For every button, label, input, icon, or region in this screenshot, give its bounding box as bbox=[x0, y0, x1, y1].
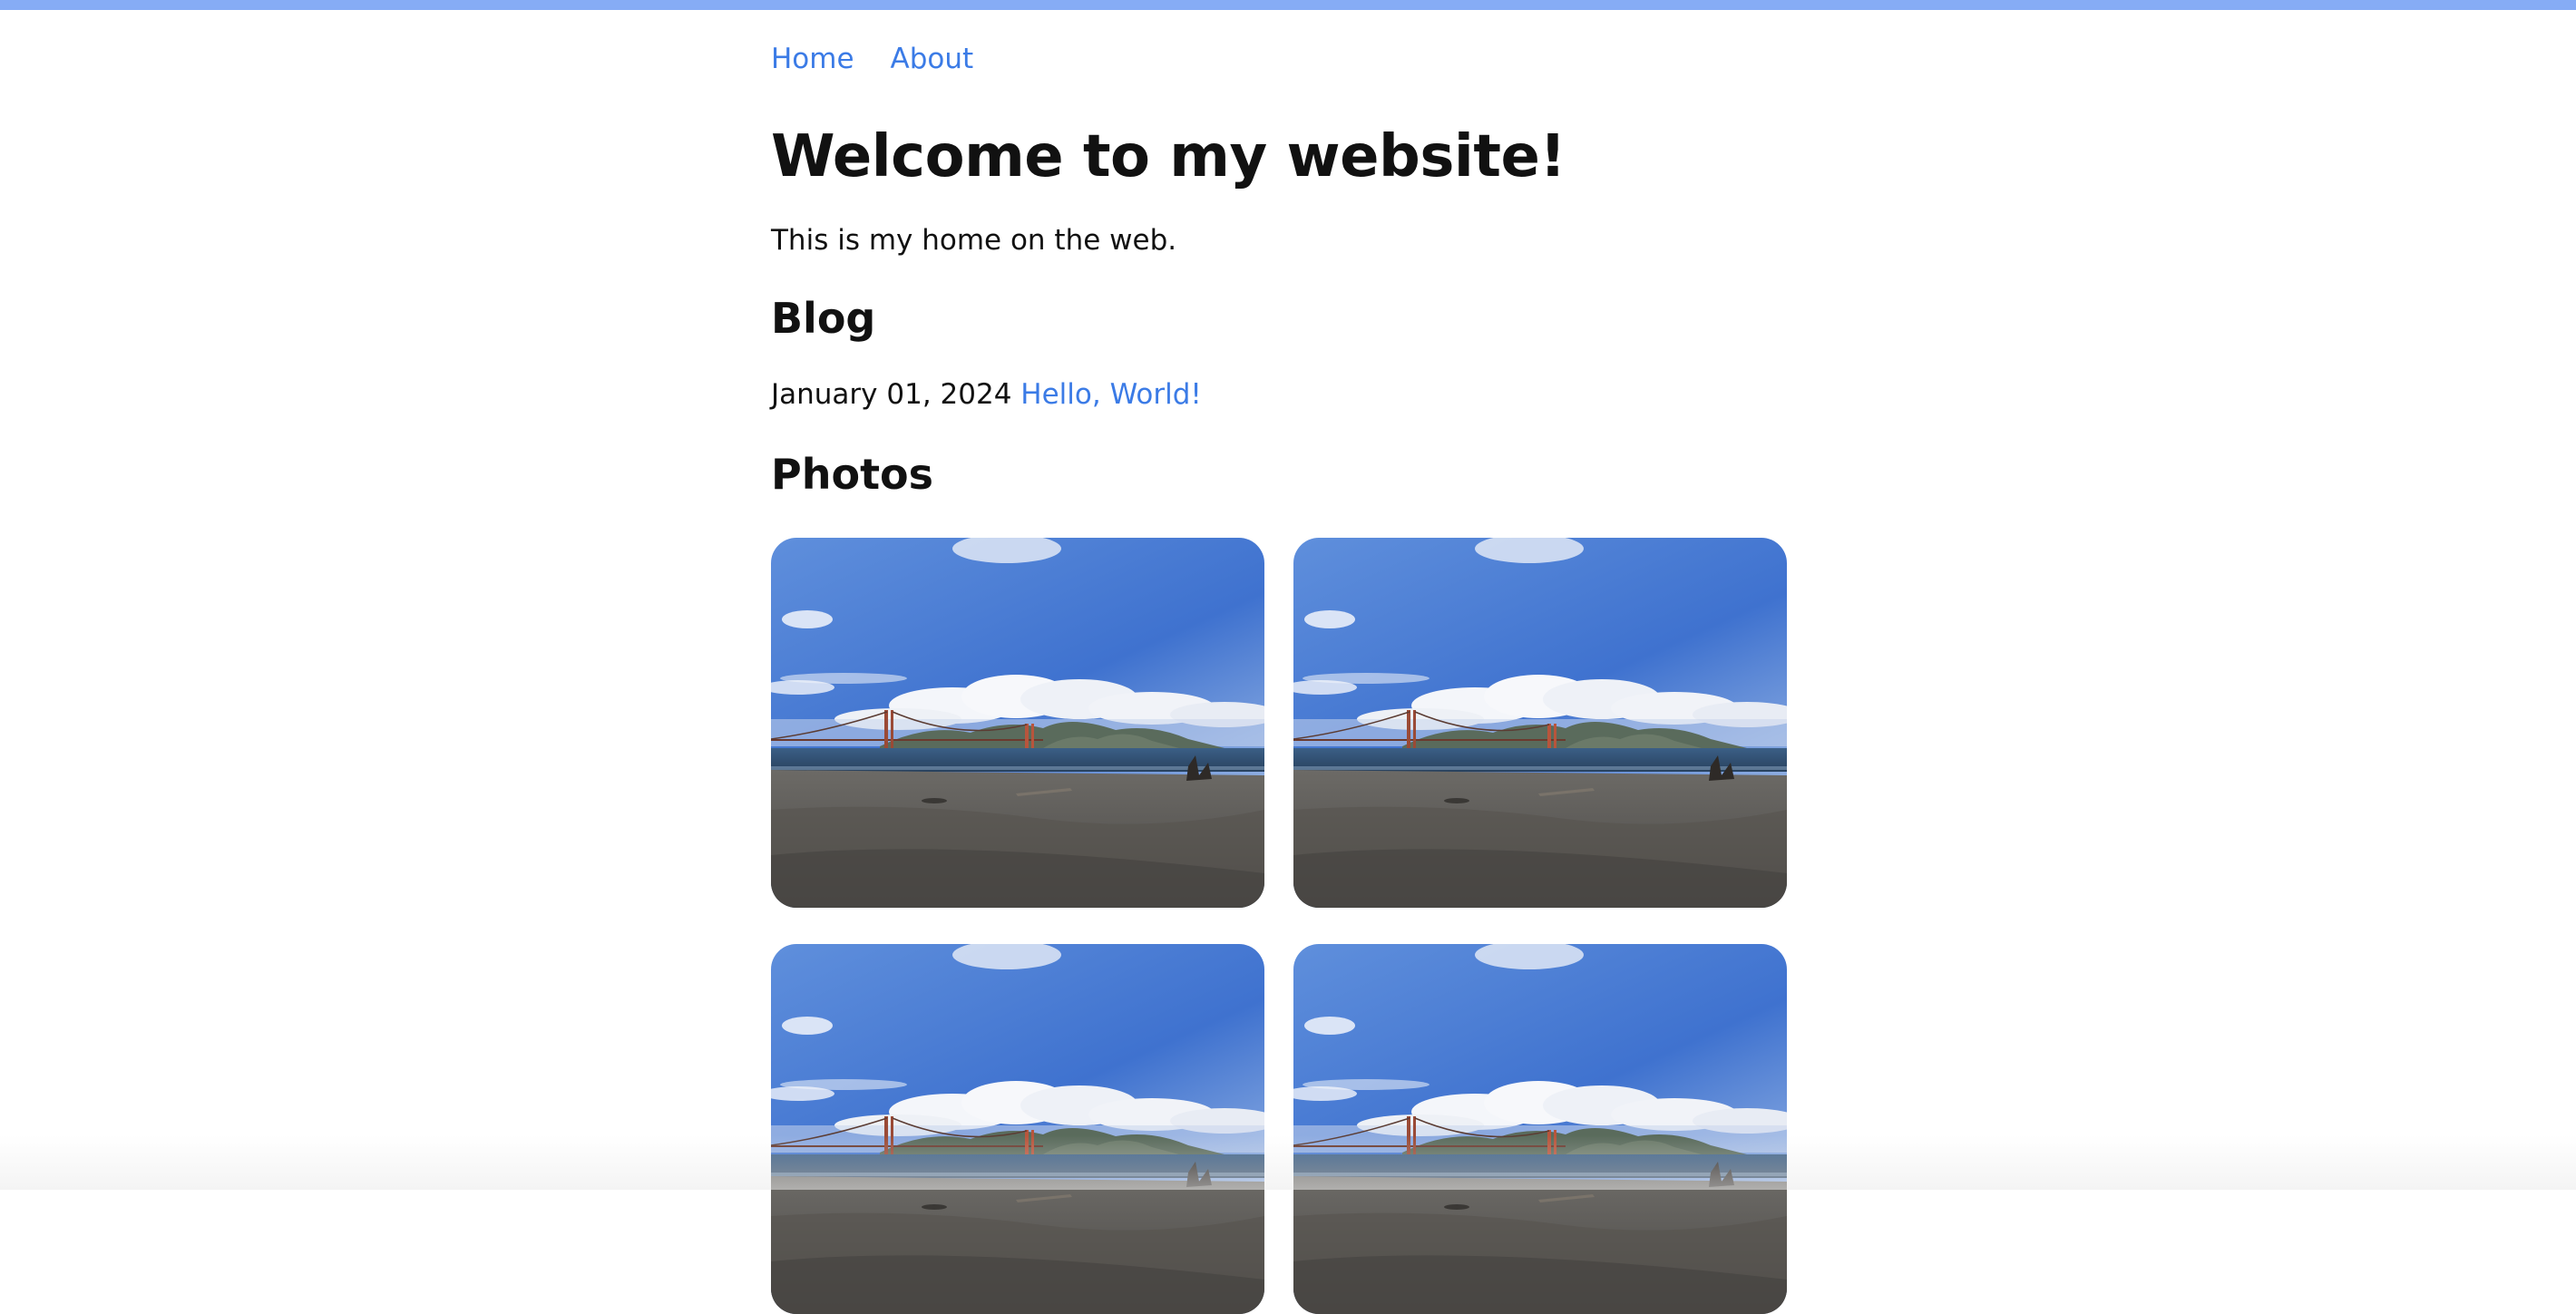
intro-text: This is my home on the web. bbox=[771, 224, 1798, 258]
photo-grid bbox=[771, 538, 1798, 1314]
nav-link-about[interactable]: About bbox=[891, 43, 974, 75]
blog-post-entry: January 01, 2024 Hello, World! bbox=[771, 378, 1798, 412]
photo-thumbnail[interactable] bbox=[771, 538, 1264, 908]
beach-photo-image bbox=[1293, 944, 1787, 1314]
page-container: Home About Welcome to my website! This i… bbox=[771, 10, 1798, 1314]
top-accent-bar bbox=[0, 0, 2576, 10]
main-nav: Home About bbox=[771, 41, 1798, 77]
beach-photo-image bbox=[771, 538, 1264, 908]
photos-heading: Photos bbox=[771, 452, 1798, 498]
beach-photo-image bbox=[771, 944, 1264, 1314]
blog-post-link[interactable]: Hello, World! bbox=[1020, 378, 1202, 411]
photo-thumbnail[interactable] bbox=[771, 944, 1264, 1314]
blog-post-date: January 01, 2024 bbox=[771, 378, 1011, 411]
beach-photo-image bbox=[1293, 538, 1787, 908]
photo-thumbnail[interactable] bbox=[1293, 944, 1787, 1314]
page-title: Welcome to my website! bbox=[771, 128, 1798, 186]
photo-thumbnail[interactable] bbox=[1293, 538, 1787, 908]
nav-link-home[interactable]: Home bbox=[771, 43, 854, 75]
blog-heading: Blog bbox=[771, 296, 1798, 342]
